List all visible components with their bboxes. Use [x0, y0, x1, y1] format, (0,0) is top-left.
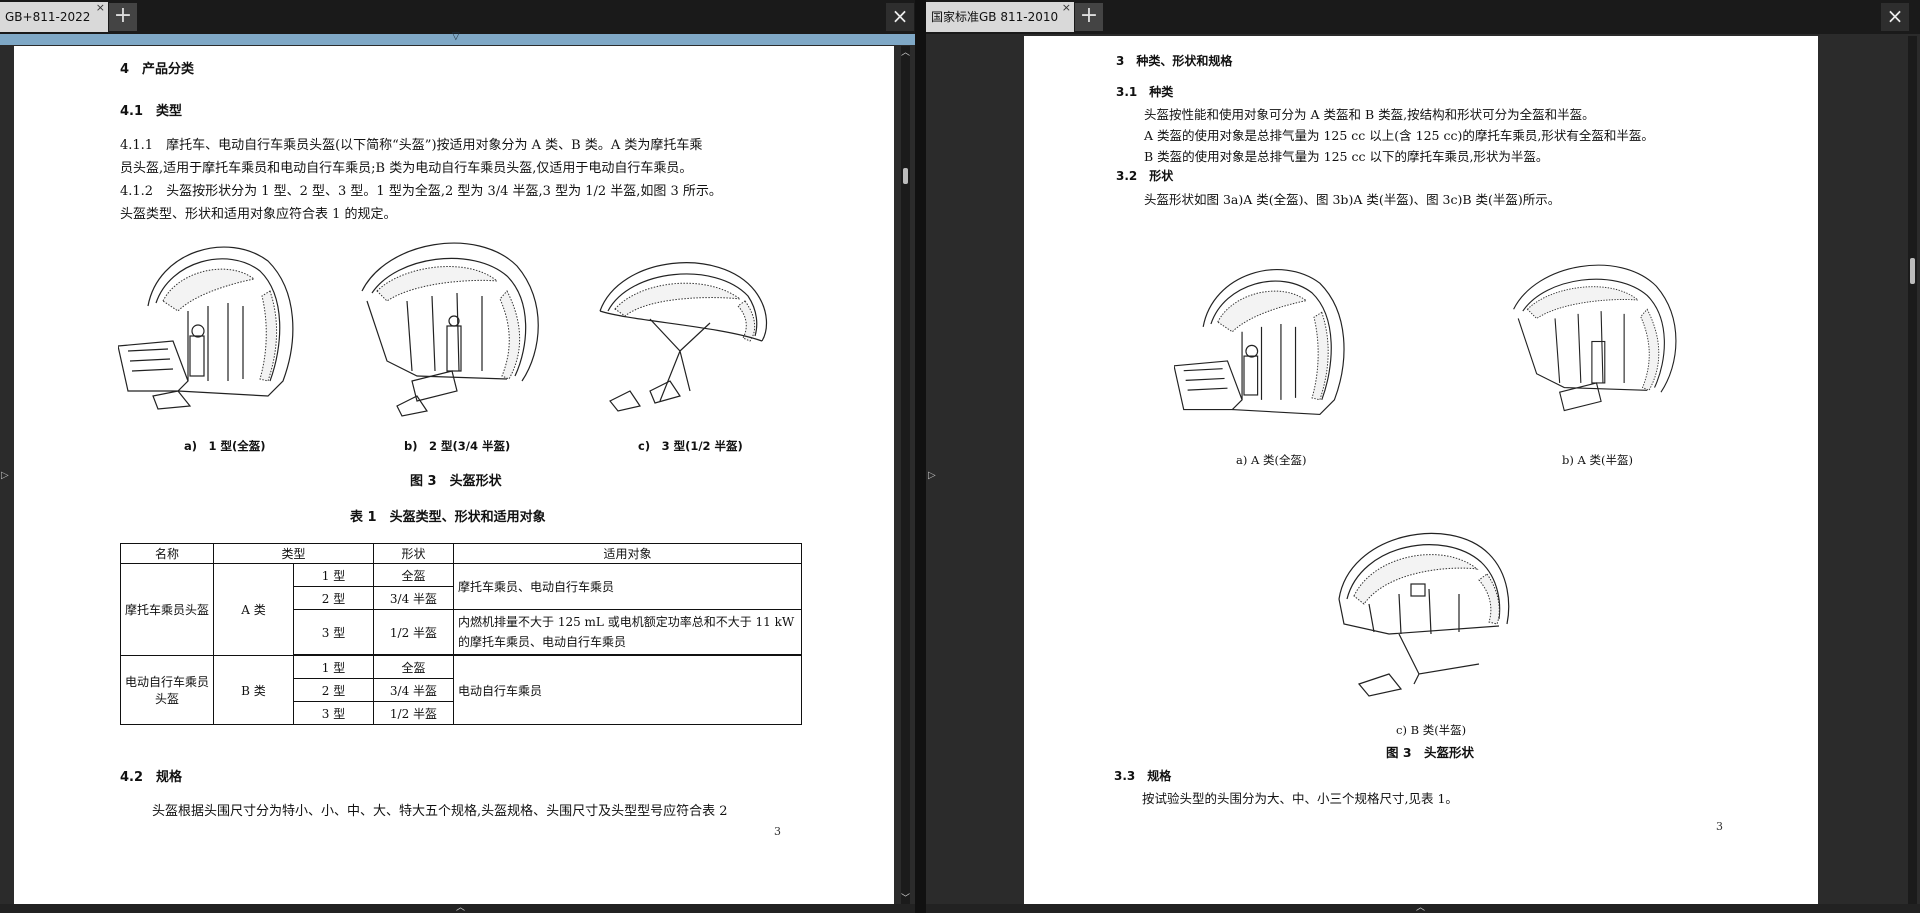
- paragraph-4-1-1-line1: 4.1.1 摩托车、电动自行车乘员头盔(以下简称“头盔”)按适用对象分为 A 类…: [120, 138, 703, 153]
- left-vertical-scrollbar[interactable]: ︿ ﹀: [901, 46, 910, 904]
- table-cell-use: 摩托车乘员、电动自行车乘员: [453, 563, 802, 610]
- table-cell-name-a: 摩托车乘员头盔: [120, 563, 214, 656]
- left-document-pane: GB+811-2022 × + × ▽ ▷ 4 产品分类 4.1 类型 4.1.…: [0, 0, 915, 913]
- helmet-full-face-figure: [118, 246, 294, 410]
- figure-title: 图 3 头盔形状: [410, 474, 502, 489]
- helmet-three-quarter-figure: [361, 242, 539, 417]
- table-header-class: 类型: [213, 543, 374, 564]
- helmet-class-a-full-figure: [1174, 269, 1345, 416]
- figure-caption-b: b) A 类(半盔): [1562, 453, 1633, 467]
- new-tab-button[interactable]: +: [109, 3, 137, 31]
- helmet-class-b-half-figure: [1338, 532, 1510, 697]
- tab-title: GB+811-2022: [5, 10, 91, 24]
- scroll-up-icon[interactable]: ︿: [901, 45, 910, 58]
- section-heading-3-1: 3.1 种类: [1116, 85, 1174, 99]
- table-cell-shape: 全盔: [373, 655, 454, 679]
- section-heading-4: 4 产品分类: [120, 62, 195, 77]
- figure-caption-c: c) B 类(半盔): [1396, 723, 1467, 737]
- table-header-shape: 形状: [373, 543, 454, 564]
- table-cell-shape: 1/2 半盔: [373, 609, 454, 655]
- table-cell-class-b: B 类: [213, 655, 294, 725]
- table-row: 电动自行车乘员头盔 B 类 1 型 全盔 电动自行车乘员: [120, 655, 802, 725]
- scrollbar-thumb[interactable]: [903, 168, 908, 184]
- helmet-class-a-half-figure: [1513, 264, 1677, 412]
- right-bottom-bar: ︿: [926, 903, 1920, 913]
- paragraph-3-1-a: 头盔按性能和使用对象可分为 A 类盔和 B 类盔,按结构和形状可分为全盔和半盔。: [1144, 107, 1595, 122]
- document-page-left: 4 产品分类 4.1 类型 4.1.1 摩托车、电动自行车乘员头盔(以下简称“头…: [14, 46, 894, 906]
- figure-caption-a: a) A 类(全盔): [1236, 453, 1307, 467]
- table-cell-type: 3 型: [293, 609, 374, 655]
- paragraph-4-1-1-line2: 员头盔,适用于摩托车乘员和电动自行车乘员;B 类为电动自行车乘员头盔,仅适用于电…: [120, 161, 693, 176]
- close-pane-button[interactable]: ×: [1881, 3, 1909, 31]
- table-cell-shape: 1/2 半盔: [373, 701, 454, 725]
- figure-caption-a: a) 1 型(全盔): [184, 439, 266, 453]
- paragraph-3-2: 头盔形状如图 3a)A 类(全盔)、图 3b)A 类(半盔)、图 3c)B 类(…: [1144, 192, 1561, 207]
- figure-title: 图 3 头盔形状: [1386, 745, 1475, 760]
- page-number: 3: [1716, 820, 1723, 833]
- close-pane-button[interactable]: ×: [886, 3, 914, 31]
- right-vertical-scrollbar[interactable]: [1908, 36, 1917, 904]
- tab-gb811-2022[interactable]: GB+811-2022 ×: [0, 0, 108, 32]
- paragraph-3-1-b: A 类盔的使用对象是总排气量为 125 cc 以上(含 125 cc)的摩托车乘…: [1144, 128, 1654, 143]
- table-cell-type: 3 型: [293, 701, 374, 725]
- table-cell-type: 2 型: [293, 586, 374, 610]
- paragraph-3-1-c: B 类盔的使用对象是总排气量为 125 cc 以下的摩托车乘员,形状为半盔。: [1144, 149, 1549, 164]
- page-number: 3: [774, 825, 781, 838]
- helmet-half-figure: [599, 262, 767, 412]
- table-cell-type: 1 型: [293, 655, 374, 679]
- table-cell-type: 1 型: [293, 563, 374, 587]
- chevron-up-icon[interactable]: ︿: [456, 900, 465, 913]
- document-page-right: 3 种类、形状和规格 3.1 种类 头盔按性能和使用对象可分为 A 类盔和 B …: [1024, 36, 1818, 913]
- table-cell-shape: 3/4 半盔: [373, 586, 454, 610]
- scroll-down-icon[interactable]: ﹀: [901, 891, 910, 904]
- tab-gb811-2010[interactable]: 国家标准GB 811-2010 ×: [926, 0, 1074, 32]
- table-cell-name-b: 电动自行车乘员头盔: [120, 655, 214, 725]
- section-heading-3-3: 3.3 规格: [1114, 769, 1172, 783]
- tab-close-icon[interactable]: ×: [1062, 0, 1071, 23]
- paragraph-4-2: 头盔根据头围尺寸分为特小、小、中、大、特大五个规格,头盔规格、头围尺寸及头型型号…: [152, 804, 728, 819]
- new-tab-button[interactable]: +: [1075, 3, 1103, 31]
- left-sidebar-toggle-icon[interactable]: ▷: [1, 470, 9, 490]
- tab-title: 国家标准GB 811-2010: [931, 10, 1059, 24]
- paragraph-4-1-2-line1: 4.1.2 头盔按形状分为 1 型、2 型、3 型。1 型为全盔,2 型为 3/…: [120, 184, 722, 199]
- table-title: 表 1 头盔类型、形状和适用对象: [350, 510, 546, 525]
- figure-caption-c: c) 3 型(1/2 半盔): [638, 439, 743, 453]
- table-cell-shape: 全盔: [373, 563, 454, 587]
- tab-close-icon[interactable]: ×: [96, 0, 105, 23]
- right-document-pane: 国家标准GB 811-2010 × + × ▷ 3 种类、形状和规格 3.1 种…: [926, 0, 1920, 913]
- table-header-name: 名称: [120, 543, 214, 564]
- figure-caption-b: b) 2 型(3/4 半盔): [404, 439, 511, 453]
- table-cell-class-a: A 类: [213, 563, 294, 656]
- section-heading-3: 3 种类、形状和规格: [1116, 54, 1233, 68]
- right-sidebar-toggle-icon[interactable]: ▷: [928, 470, 936, 490]
- table-header-use: 适用对象: [453, 543, 802, 564]
- section-heading-3-2: 3.2 形状: [1116, 169, 1174, 183]
- section-heading-4-2: 4.2 规格: [120, 770, 183, 785]
- section-heading-4-1: 4.1 类型: [120, 104, 183, 119]
- paragraph-4-1-2-line2: 头盔类型、形状和适用对象应符合表 1 的规定。: [120, 207, 397, 222]
- right-tab-bar: 国家标准GB 811-2010 × + ×: [926, 0, 1920, 34]
- table-row: 摩托车乘员头盔 A 类 1 型 全盔 摩托车乘员、电动自行车乘员: [120, 563, 802, 656]
- pane-splitter[interactable]: [915, 0, 926, 913]
- chevron-up-icon[interactable]: ︿: [1416, 900, 1425, 913]
- left-tab-bar: GB+811-2022 × + ×: [0, 0, 915, 34]
- paragraph-3-3: 按试验头型的头围分为大、中、小三个规格尺寸,见表 1。: [1142, 791, 1458, 806]
- table-cell-shape: 3/4 半盔: [373, 678, 454, 702]
- toolbar-collapse-strip[interactable]: ▽: [0, 31, 915, 45]
- table-cell-type: 2 型: [293, 678, 374, 702]
- chevron-down-icon[interactable]: ▽: [452, 31, 460, 42]
- table-cell-use: 内燃机排量不大于 125 mL 或电机额定功率总和不大于 11 kW 的摩托车乘…: [453, 609, 802, 655]
- left-bottom-bar: ︿: [0, 903, 915, 913]
- table-cell-use: 电动自行车乘员: [453, 655, 802, 725]
- scrollbar-thumb[interactable]: [1910, 258, 1915, 284]
- helmet-classification-table: 名称 类型 形状 适用对象 摩托车乘员头盔 A 类 1 型 全盔 摩托车乘员、电…: [120, 543, 802, 725]
